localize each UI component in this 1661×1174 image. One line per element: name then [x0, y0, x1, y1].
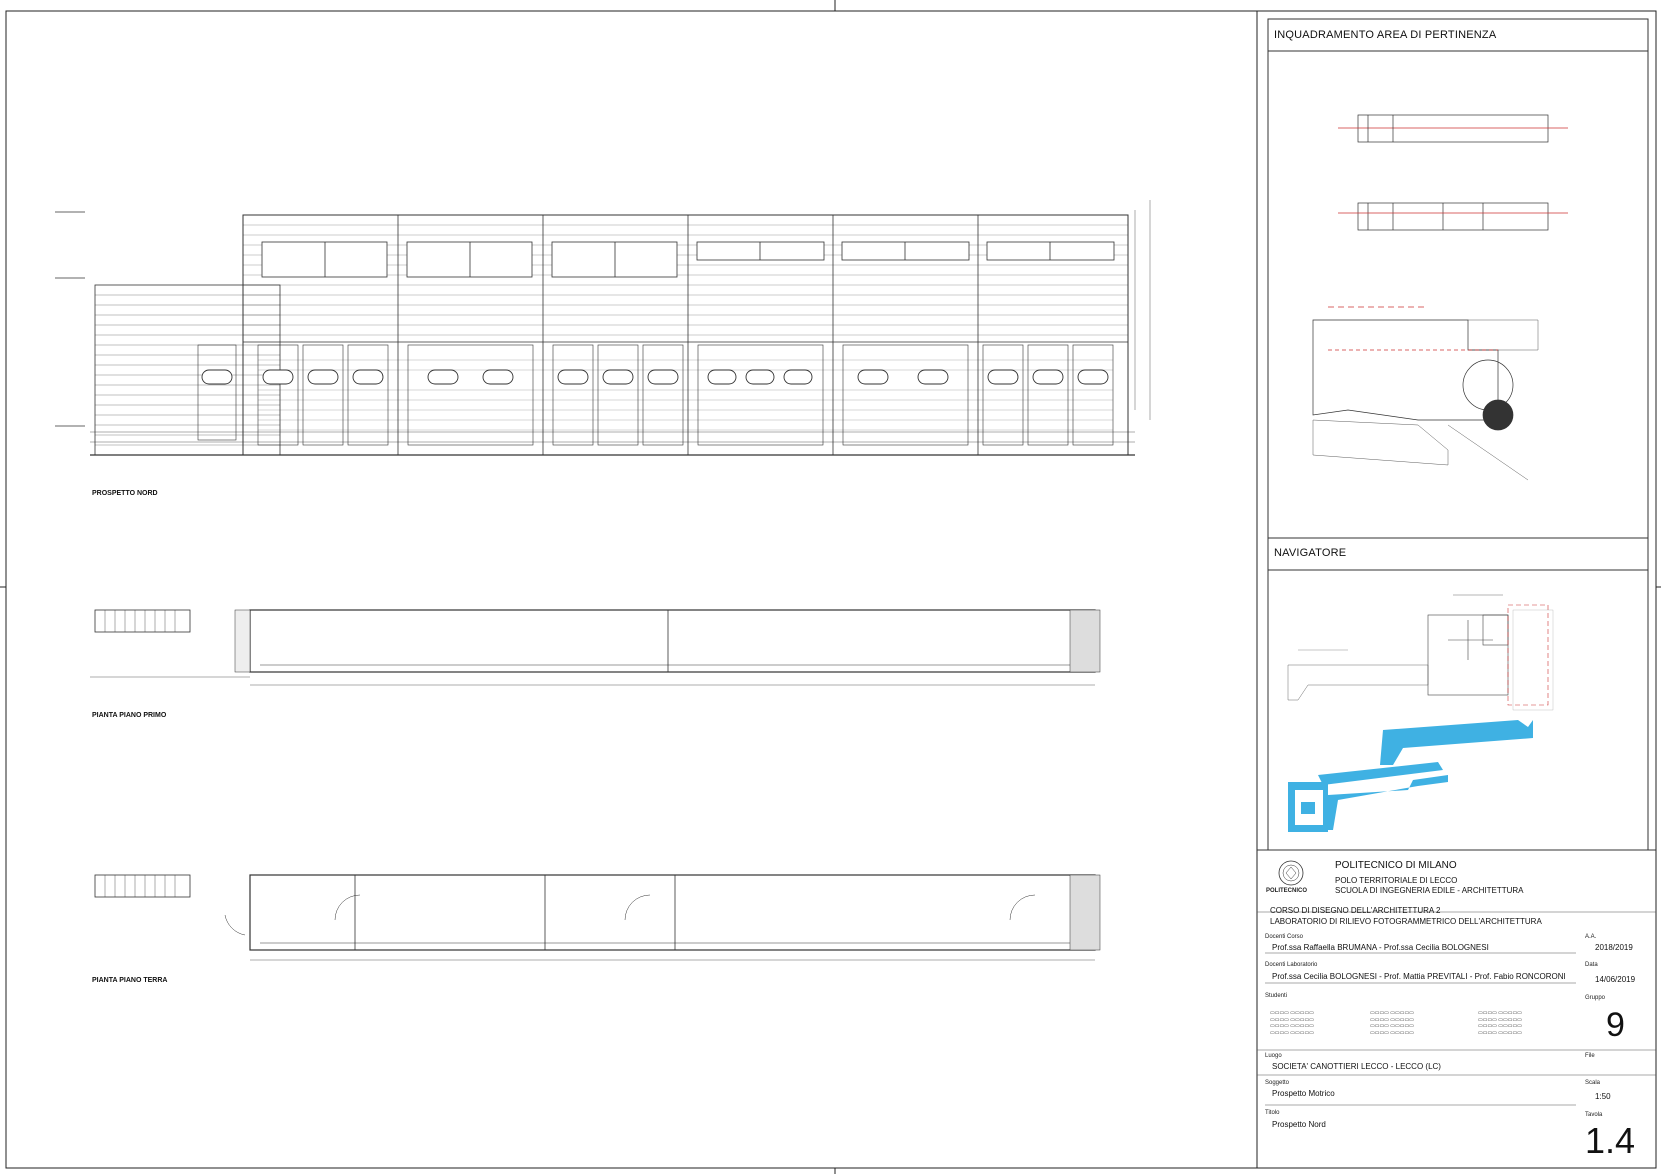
- place-label: Luogo: [1265, 1053, 1282, 1059]
- lab-name: LABORATORIO DI RILIEVO FOTOGRAMMETRICO D…: [1270, 917, 1542, 926]
- course-teachers-label: Docenti Corso: [1265, 934, 1304, 940]
- course-teachers: Prof.ssa Raffaella BRUMANA - Prof.ssa Ce…: [1272, 943, 1489, 952]
- logo-text: POLITECNICO: [1266, 888, 1308, 894]
- first-floor-label: PIANTA PIANO PRIMO: [92, 712, 167, 719]
- date-value: 14/06/2019: [1595, 975, 1636, 984]
- student-list-col2: ▭▭▭▭ ▭▭▭▭▭ ▭▭▭▭ ▭▭▭▭▭ ▭▭▭▭ ▭▭▭▭▭ ▭▭▭▭ ▭▭▭▭▭: [1370, 1010, 1414, 1036]
- university-name: POLITECNICO DI MILANO: [1335, 860, 1457, 871]
- students-label: Studenti: [1265, 993, 1288, 999]
- elevation-label: PROSPETTO NORD: [92, 490, 158, 497]
- aa-value: 2018/2019: [1595, 943, 1633, 952]
- first-floor-plan: [90, 609, 1101, 686]
- file-label: File: [1585, 1053, 1595, 1059]
- sheet-label: Tavola: [1585, 1112, 1603, 1118]
- title-label: Titolo: [1265, 1110, 1280, 1116]
- place-value: SOCIETA' CANOTTIERI LECCO - LECCO (LC): [1272, 1062, 1441, 1071]
- navigator-site-map: [1287, 594, 1554, 832]
- area-key-plans: [1312, 114, 1568, 481]
- course-name: CORSO DI DISEGNO DELL'ARCHITETTURA 2: [1270, 906, 1441, 915]
- scale-value: 1:50: [1595, 1092, 1611, 1101]
- sheet-value: 1.4: [1585, 1120, 1636, 1161]
- subject-label: Soggetto: [1265, 1080, 1290, 1086]
- north-elevation-drawing: [55, 200, 1151, 456]
- group-value: 9: [1606, 1006, 1625, 1044]
- aa-label: A.A.: [1585, 934, 1597, 940]
- subject-value: Prospetto Motrico: [1272, 1089, 1335, 1098]
- ground-floor-plan: [94, 874, 1101, 961]
- navigator-section-title: NAVIGATORE: [1274, 547, 1347, 559]
- school-name: SCUOLA DI INGEGNERIA EDILE - ARCHITETTUR…: [1335, 886, 1524, 895]
- lab-teachers-label: Docenti Laboratorio: [1265, 962, 1318, 968]
- scale-label: Scala: [1585, 1080, 1601, 1086]
- title-value: Prospetto Nord: [1272, 1120, 1326, 1129]
- student-list-col3: ▭▭▭▭ ▭▭▭▭▭ ▭▭▭▭ ▭▭▭▭▭ ▭▭▭▭ ▭▭▭▭▭ ▭▭▭▭ ▭▭▭▭▭: [1478, 1010, 1522, 1036]
- date-label: Data: [1585, 962, 1598, 968]
- politecnico-logo-icon: [1278, 860, 1304, 886]
- campus-name: POLO TERRITORIALE DI LECCO: [1335, 876, 1458, 885]
- group-label: Gruppo: [1585, 995, 1606, 1001]
- lab-teachers: Prof.ssa Cecilia BOLOGNESI - Prof. Matti…: [1272, 972, 1566, 981]
- area-section-title: INQUADRAMENTO AREA DI PERTINENZA: [1274, 29, 1497, 41]
- ground-floor-label: PIANTA PIANO TERRA: [92, 977, 168, 984]
- student-list-col1: ▭▭▭▭ ▭▭▭▭▭ ▭▭▭▭ ▭▭▭▭▭ ▭▭▭▭ ▭▭▭▭▭ ▭▭▭▭ ▭▭▭▭▭: [1270, 1010, 1314, 1036]
